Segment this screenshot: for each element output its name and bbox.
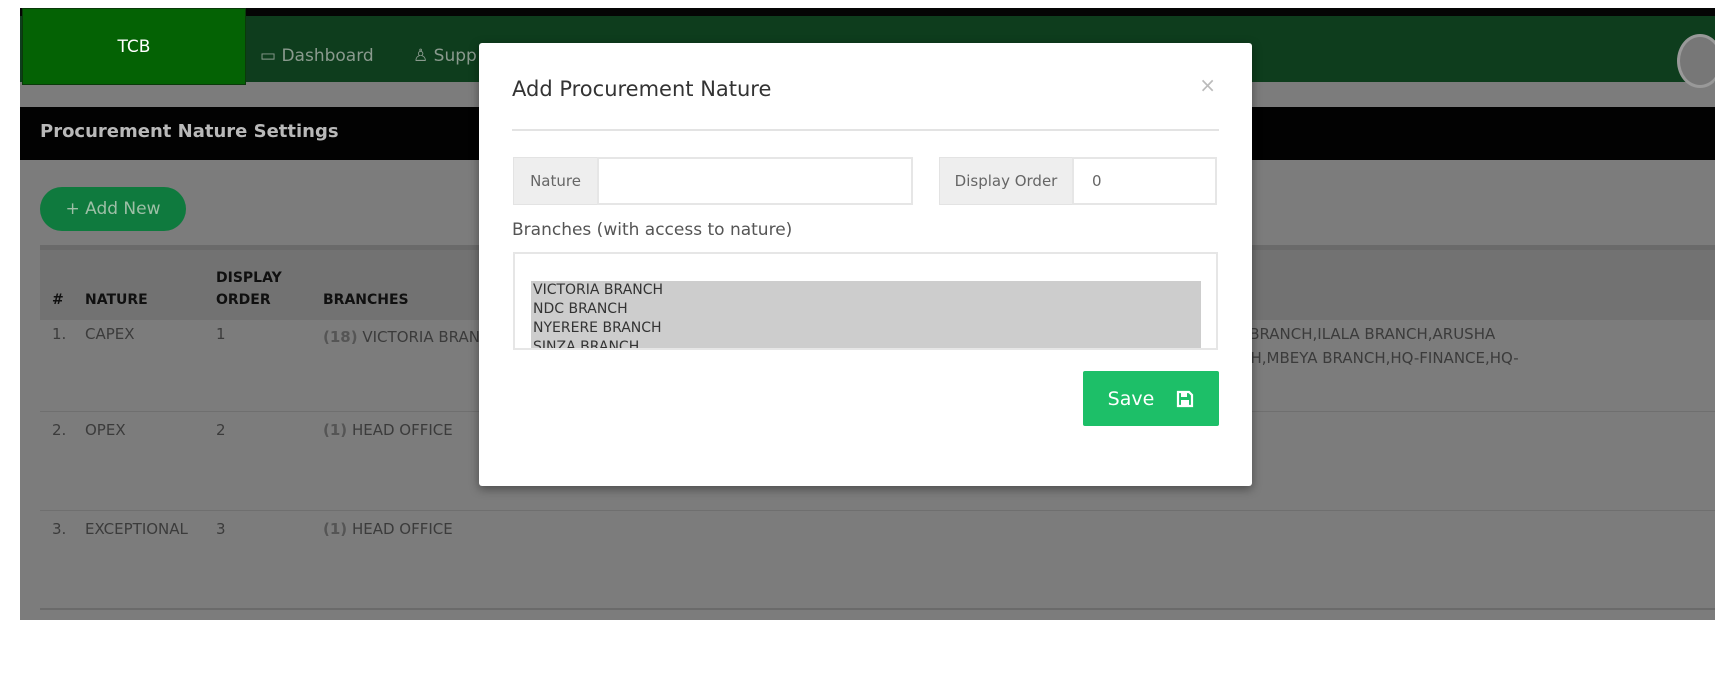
divider (512, 129, 1219, 131)
row-order: 2 (216, 421, 226, 439)
modal-title: Add Procurement Nature (512, 77, 772, 101)
row-order: 1 (216, 325, 226, 343)
row-num: 2. (52, 421, 67, 439)
branches-text: HEAD OFFICE (351, 520, 453, 538)
row-order: 3 (216, 520, 226, 538)
nav-suppliers[interactable]: ♙ Supp (413, 46, 477, 66)
nature-input[interactable] (597, 157, 913, 205)
save-button[interactable]: Save (1083, 371, 1219, 426)
user-avatar[interactable] (1677, 34, 1715, 88)
branches-label: Branches (with access to nature) (512, 220, 793, 240)
branches-multiselect[interactable]: VICTORIA BRANCH NDC BRANCH NYERERE BRANC… (513, 252, 1218, 350)
branch-option[interactable]: NYERERE BRANCH (531, 319, 1201, 338)
row-num: 3. (52, 520, 67, 538)
branch-option[interactable]: VICTORIA BRANCH (531, 281, 1201, 300)
branch-count: (1) (323, 520, 348, 538)
nav-label: Dashboard (281, 46, 374, 66)
branch-option[interactable]: NDC BRANCH (531, 300, 1201, 319)
col-branches: BRANCHES (323, 292, 409, 308)
row-branches: (1) HEAD OFFICE (323, 421, 453, 439)
floppy-disk-icon (1177, 390, 1194, 407)
nav-dashboard[interactable]: ▭ Dashboard (260, 46, 374, 66)
row-num: 1. (52, 325, 67, 343)
table-row: 3. EXCEPTIONAL 3 (1) HEAD OFFICE (40, 510, 1715, 610)
save-label: Save (1107, 387, 1155, 410)
branches-text: HEAD OFFICE (351, 421, 453, 439)
row-nature: OPEX (85, 421, 126, 439)
col-nature: NATURE (85, 292, 148, 308)
row-nature: EXCEPTIONAL (85, 520, 188, 538)
col-display-order: DISPLAY (216, 270, 282, 286)
display-order-input[interactable] (1072, 157, 1217, 205)
branch-count: (1) (323, 421, 348, 439)
col-display-order-2: ORDER (216, 292, 271, 308)
top-strip (20, 8, 1715, 16)
brand-logo[interactable]: TCB (22, 8, 246, 85)
branch-option[interactable]: SINZA BRANCH (531, 338, 1201, 348)
nav-label: Supp (433, 46, 477, 66)
add-procurement-nature-modal: Add Procurement Nature × Nature Display … (479, 43, 1252, 486)
nature-label: Nature (513, 157, 598, 205)
row-branches: (1) HEAD OFFICE (323, 520, 453, 538)
branches-text-right-1: I BRANCH,ILALA BRANCH,ARUSHA (1240, 325, 1496, 343)
col-num: # (52, 292, 64, 308)
add-new-button[interactable]: + Add New (40, 187, 186, 231)
display-order-label: Display Order (939, 157, 1073, 205)
row-nature: CAPEX (85, 325, 135, 343)
close-icon[interactable]: × (1199, 73, 1216, 97)
branches-text-right-2: CH,MBEYA BRANCH,HQ-FINANCE,HQ- (1240, 349, 1519, 367)
branch-count: (18) (323, 328, 358, 346)
